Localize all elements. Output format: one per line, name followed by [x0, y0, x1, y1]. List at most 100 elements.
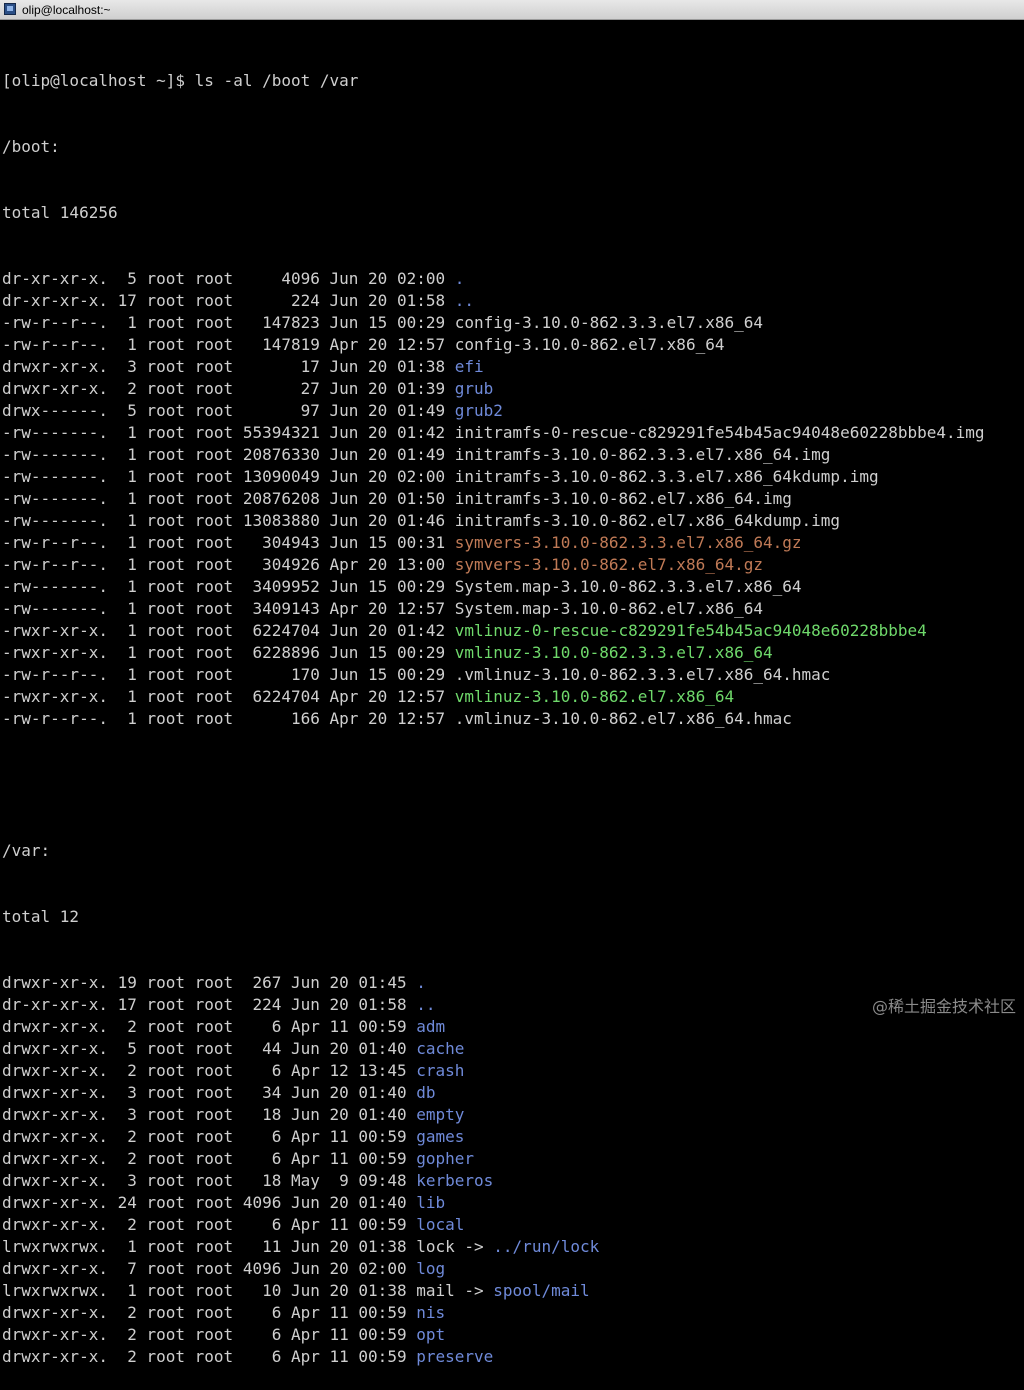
entry-name: .vmlinuz-3.10.0-862.el7.x86_64.hmac: [455, 709, 792, 728]
entry-meta: -rw-------. 1 root root 3409952 Jun 15 0…: [2, 577, 455, 596]
entry-meta: dr-xr-xr-x. 17 root root 224 Jun 20 01:5…: [2, 291, 455, 310]
listing-row: drwxr-xr-x. 7 root root 4096 Jun 20 02:0…: [2, 1258, 1022, 1280]
listing-row: lrwxrwxrwx. 1 root root 10 Jun 20 01:38 …: [2, 1280, 1022, 1302]
entry-name: gopher: [416, 1149, 474, 1168]
link-target: ../run/lock: [493, 1237, 599, 1256]
listing-row: drwxr-xr-x. 2 root root 27 Jun 20 01:39 …: [2, 378, 1022, 400]
entry-meta: drwxr-xr-x. 3 root root 18 May 9 09:48: [2, 1171, 416, 1190]
entry-name: adm: [416, 1017, 445, 1036]
boot-listing: dr-xr-xr-x. 5 root root 4096 Jun 20 02:0…: [2, 268, 1022, 730]
entry-name: opt: [416, 1325, 445, 1344]
listing-row: -rw-------. 1 root root 20876208 Jun 20 …: [2, 488, 1022, 510]
entry-name: games: [416, 1127, 464, 1146]
listing-row: drwxr-xr-x. 2 root root 6 Apr 11 00:59 g…: [2, 1148, 1022, 1170]
entry-name: initramfs-3.10.0-862.el7.x86_64.img: [455, 489, 792, 508]
entry-meta: drwxr-xr-x. 2 root root 6 Apr 11 00:59: [2, 1127, 416, 1146]
listing-row: drwxr-xr-x. 19 root root 267 Jun 20 01:4…: [2, 972, 1022, 994]
listing-row: -rwxr-xr-x. 1 root root 6224704 Jun 20 0…: [2, 620, 1022, 642]
shell-prompt: [olip@localhost ~]$: [2, 71, 195, 90]
entry-name: ..: [455, 291, 474, 310]
entry-meta: lrwxrwxrwx. 1 root root 10 Jun 20 01:38: [2, 1281, 416, 1300]
window-titlebar[interactable]: olip@localhost:~: [0, 0, 1024, 20]
entry-name: initramfs-3.10.0-862.3.3.el7.x86_64.img: [455, 445, 831, 464]
listing-row: drwxr-xr-x. 2 root root 6 Apr 11 00:59 a…: [2, 1016, 1022, 1038]
entry-name: config-3.10.0-862.el7.x86_64: [455, 335, 725, 354]
entry-name: grub: [455, 379, 494, 398]
var-header: /var:: [2, 840, 1022, 862]
entry-meta: drwxr-xr-x. 24 root root 4096 Jun 20 01:…: [2, 1193, 416, 1212]
entry-name: vmlinuz-3.10.0-862.3.3.el7.x86_64: [455, 643, 773, 662]
listing-row: -rw-------. 1 root root 55394321 Jun 20 …: [2, 422, 1022, 444]
listing-row: -rw-------. 1 root root 13090049 Jun 20 …: [2, 466, 1022, 488]
entry-meta: -rw-------. 1 root root 55394321 Jun 20 …: [2, 423, 455, 442]
listing-row: -rwxr-xr-x. 1 root root 6228896 Jun 15 0…: [2, 642, 1022, 664]
listing-row: -rw-r--r--. 1 root root 304943 Jun 15 00…: [2, 532, 1022, 554]
entry-meta: -rw-r--r--. 1 root root 170 Jun 15 00:29: [2, 665, 455, 684]
listing-row: -rw-r--r--. 1 root root 147819 Apr 20 12…: [2, 334, 1022, 356]
listing-row: -rw-r--r--. 1 root root 170 Jun 15 00:29…: [2, 664, 1022, 686]
var-total: total 12: [2, 906, 1022, 928]
entry-name: symvers-3.10.0-862.3.3.el7.x86_64.gz: [455, 533, 802, 552]
blank-line: [2, 774, 1022, 796]
entry-meta: -rw-r--r--. 1 root root 304926 Apr 20 13…: [2, 555, 455, 574]
entry-name: kerberos: [416, 1171, 493, 1190]
listing-row: -rwxr-xr-x. 1 root root 6224704 Apr 20 1…: [2, 686, 1022, 708]
entry-meta: drwxr-xr-x. 3 root root 34 Jun 20 01:40: [2, 1083, 416, 1102]
listing-row: dr-xr-xr-x. 17 root root 224 Jun 20 01:5…: [2, 290, 1022, 312]
entry-name: symvers-3.10.0-862.el7.x86_64.gz: [455, 555, 763, 574]
entry-name: mail: [416, 1281, 455, 1300]
entry-meta: drwxr-xr-x. 3 root root 17 Jun 20 01:38: [2, 357, 455, 376]
entry-meta: -rw-r--r--. 1 root root 147819 Apr 20 12…: [2, 335, 455, 354]
entry-meta: drwxr-xr-x. 2 root root 6 Apr 11 00:59: [2, 1325, 416, 1344]
entry-name: empty: [416, 1105, 464, 1124]
entry-meta: drwxr-xr-x. 3 root root 18 Jun 20 01:40: [2, 1105, 416, 1124]
listing-row: drwxr-xr-x. 2 root root 6 Apr 11 00:59 p…: [2, 1346, 1022, 1368]
entry-meta: dr-xr-xr-x. 17 root root 224 Jun 20 01:5…: [2, 995, 416, 1014]
listing-row: -rw-------. 1 root root 20876330 Jun 20 …: [2, 444, 1022, 466]
entry-name: System.map-3.10.0-862.3.3.el7.x86_64: [455, 577, 802, 596]
entry-meta: drwxr-xr-x. 2 root root 6 Apr 11 00:59: [2, 1215, 416, 1234]
entry-meta: -rw-------. 1 root root 20876208 Jun 20 …: [2, 489, 455, 508]
entry-name: ..: [416, 995, 435, 1014]
entry-meta: -rw-------. 1 root root 13090049 Jun 20 …: [2, 467, 455, 486]
listing-row: -rw-------. 1 root root 3409143 Apr 20 1…: [2, 598, 1022, 620]
listing-row: drwxr-xr-x. 2 root root 6 Apr 11 00:59 o…: [2, 1324, 1022, 1346]
listing-row: drwxr-xr-x. 2 root root 6 Apr 11 00:59 n…: [2, 1302, 1022, 1324]
entry-meta: -rw-r--r--. 1 root root 304943 Jun 15 00…: [2, 533, 455, 552]
window-title: olip@localhost:~: [22, 2, 111, 18]
link-target: spool/mail: [493, 1281, 589, 1300]
listing-row: -rw-------. 1 root root 13083880 Jun 20 …: [2, 510, 1022, 532]
terminal-output[interactable]: [olip@localhost ~]$ ls -al /boot /var /b…: [2, 26, 1022, 1390]
entry-meta: -rw-------. 1 root root 3409143 Apr 20 1…: [2, 599, 455, 618]
entry-name: .vmlinuz-3.10.0-862.3.3.el7.x86_64.hmac: [455, 665, 831, 684]
listing-row: lrwxrwxrwx. 1 root root 11 Jun 20 01:38 …: [2, 1236, 1022, 1258]
entry-meta: lrwxrwxrwx. 1 root root 11 Jun 20 01:38: [2, 1237, 416, 1256]
listing-row: drwxr-xr-x. 3 root root 18 May 9 09:48 k…: [2, 1170, 1022, 1192]
entry-meta: -rw-------. 1 root root 20876330 Jun 20 …: [2, 445, 455, 464]
entry-name: nis: [416, 1303, 445, 1322]
entry-meta: dr-xr-xr-x. 5 root root 4096 Jun 20 02:0…: [2, 269, 455, 288]
listing-row: dr-xr-xr-x. 17 root root 224 Jun 20 01:5…: [2, 994, 1022, 1016]
entry-name: preserve: [416, 1347, 493, 1366]
entry-meta: drwxr-xr-x. 19 root root 267 Jun 20 01:4…: [2, 973, 416, 992]
entry-meta: -rwxr-xr-x. 1 root root 6224704 Jun 20 0…: [2, 621, 455, 640]
entry-meta: -rw-------. 1 root root 13083880 Jun 20 …: [2, 511, 455, 530]
entry-name: efi: [455, 357, 484, 376]
entry-name: vmlinuz-3.10.0-862.el7.x86_64: [455, 687, 734, 706]
entry-name: grub2: [455, 401, 503, 420]
entry-meta: -rw-r--r--. 1 root root 147823 Jun 15 00…: [2, 313, 455, 332]
listing-row: drwxr-xr-x. 2 root root 6 Apr 11 00:59 l…: [2, 1214, 1022, 1236]
entry-meta: drwxr-xr-x. 2 root root 6 Apr 11 00:59: [2, 1017, 416, 1036]
listing-row: -rw-r--r--. 1 root root 166 Apr 20 12:57…: [2, 708, 1022, 730]
entry-meta: drwxr-xr-x. 2 root root 6 Apr 11 00:59: [2, 1347, 416, 1366]
entry-name: log: [416, 1259, 445, 1278]
listing-row: dr-xr-xr-x. 5 root root 4096 Jun 20 02:0…: [2, 268, 1022, 290]
entry-name: vmlinuz-0-rescue-c829291fe54b45ac94048e6…: [455, 621, 927, 640]
entry-meta: drwxr-xr-x. 2 root root 27 Jun 20 01:39: [2, 379, 455, 398]
listing-row: -rw-r--r--. 1 root root 304926 Apr 20 13…: [2, 554, 1022, 576]
var-listing: drwxr-xr-x. 19 root root 267 Jun 20 01:4…: [2, 972, 1022, 1368]
entry-meta: drwxr-xr-x. 5 root root 44 Jun 20 01:40: [2, 1039, 416, 1058]
link-arrow: ->: [455, 1237, 494, 1256]
entry-name: crash: [416, 1061, 464, 1080]
listing-row: drwxr-xr-x. 5 root root 44 Jun 20 01:40 …: [2, 1038, 1022, 1060]
